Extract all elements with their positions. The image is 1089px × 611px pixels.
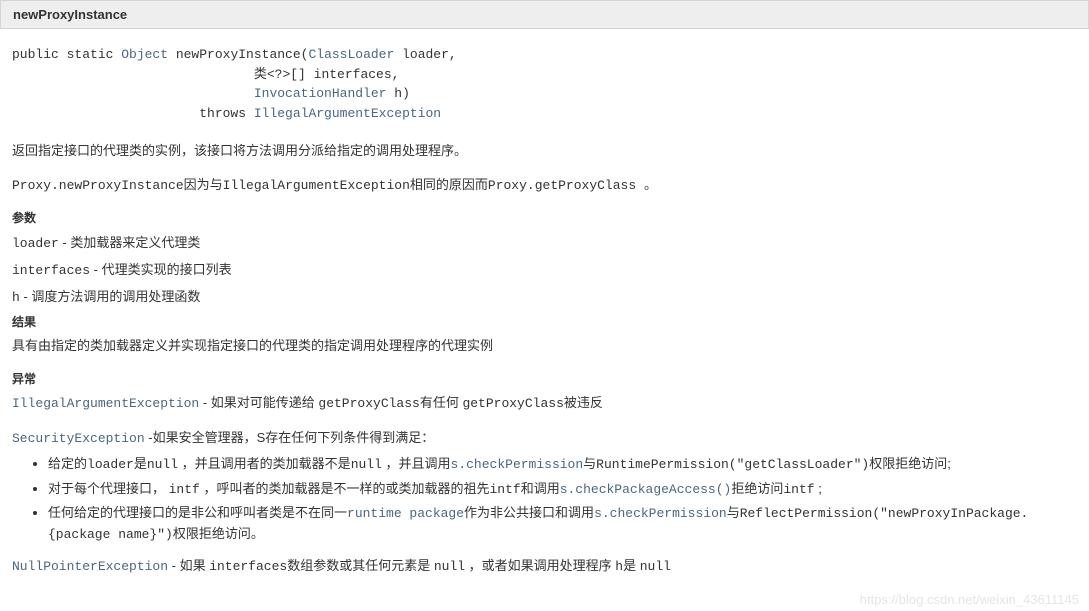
method-signature: public static Object newProxyInstance(Cl… (12, 45, 1077, 123)
params-label: 参数 (12, 209, 1077, 226)
runtime-package-link[interactable]: runtime package (347, 506, 464, 521)
doc-content: public static Object newProxyInstance(Cl… (0, 29, 1089, 611)
section-title: newProxyInstance (13, 7, 127, 22)
throws-null-pointer: NullPointerException - 如果 interfaces数组参数… (12, 556, 1077, 577)
param-interfaces: interfaces - 代理类实现的接口列表 (12, 259, 1077, 278)
throws-illegal-argument: IllegalArgumentException - 如果对可能传递给 getP… (12, 393, 1077, 414)
result-label: 结果 (12, 313, 1077, 330)
list-item: 任何给定的代理接口的是非公和呼叫者类是不在同一runtime package作为… (48, 503, 1077, 544)
result-text: 具有由指定的类加载器定义并实现指定接口的代理类的指定调用处理程序的代理实例 (12, 336, 1077, 356)
method-link[interactable]: s.checkPermission (451, 457, 584, 472)
method-description: 返回指定接口的代理类的实例，该接口将方法调用分派给指定的调用处理程序。 (12, 141, 1077, 161)
list-item: 对于每个代理接口， intf ，呼叫者的类加载器是不一样的或类加载器的祖先int… (48, 479, 1077, 500)
return-type-link[interactable]: Object (121, 47, 168, 62)
throws-type-link[interactable]: IllegalArgumentException (254, 106, 441, 121)
throws-security: SecurityException -如果安全管理器，S存在任何下列条件得到满足… (12, 427, 1077, 446)
method-link[interactable]: s.checkPackageAccess() (560, 482, 732, 497)
list-item: 给定的loader是null ，并且调用者的类加载器不是null ，并且调用s.… (48, 454, 1077, 475)
param-h: h - 调度方法调用的调用处理函数 (12, 286, 1077, 305)
param-loader: loader - 类加载器来定义代理类 (12, 232, 1077, 251)
section-header: newProxyInstance (0, 0, 1089, 29)
method-note: Proxy.newProxyInstance因为与IllegalArgument… (12, 175, 1077, 196)
param-type-link[interactable]: InvocationHandler (254, 86, 387, 101)
method-link[interactable]: s.checkPermission (594, 506, 727, 521)
exception-link[interactable]: IllegalArgumentException (12, 396, 199, 411)
security-conditions-list: 给定的loader是null ，并且调用者的类加载器不是null ，并且调用s.… (48, 454, 1077, 544)
exception-link[interactable]: SecurityException (12, 431, 145, 446)
exception-link[interactable]: NullPointerException (12, 559, 168, 574)
throws-label: 异常 (12, 370, 1077, 387)
param-type-link[interactable]: ClassLoader (308, 47, 394, 62)
